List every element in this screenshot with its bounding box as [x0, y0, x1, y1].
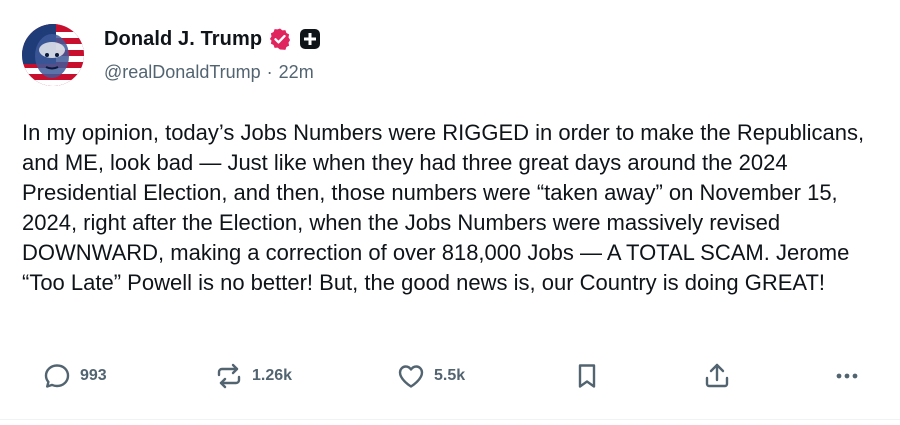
bookmark-button[interactable]	[572, 356, 602, 396]
share-icon	[705, 363, 729, 388]
post-header: Donald J. Trump @realDonaldTrump · 22m	[104, 26, 321, 83]
like-button[interactable]: 5.5k	[396, 356, 465, 396]
avatar[interactable]	[22, 24, 84, 86]
separator: ·	[266, 62, 273, 82]
verified-badge-icon	[270, 28, 291, 50]
action-bar: 993 1.26k 5.5k	[0, 356, 900, 396]
display-name[interactable]: Donald J. Trump	[104, 28, 262, 51]
post-text: In my opinion, today’s Jobs Numbers were…	[22, 120, 871, 295]
heart-icon	[398, 365, 424, 388]
handle-row: @realDonaldTrump · 22m	[104, 62, 321, 83]
repost-button[interactable]: 1.26k	[214, 356, 292, 396]
plus-badge-icon	[300, 29, 321, 49]
repost-icon	[217, 363, 241, 389]
name-row: Donald J. Trump	[104, 26, 321, 52]
bookmark-icon	[578, 364, 596, 388]
avatar-image	[22, 24, 84, 86]
reply-button[interactable]: 993	[42, 356, 107, 396]
reply-count: 993	[80, 367, 107, 384]
post-card: Donald J. Trump @realDonaldTrump · 22m I…	[0, 0, 900, 425]
handle[interactable]: @realDonaldTrump	[104, 62, 261, 83]
reply-icon	[44, 364, 70, 388]
more-button[interactable]	[832, 356, 862, 396]
timestamp[interactable]: 22m	[279, 62, 314, 83]
repost-count: 1.26k	[252, 367, 293, 384]
more-icon	[836, 373, 858, 379]
divider	[0, 419, 900, 420]
share-button[interactable]	[702, 356, 732, 396]
like-count: 5.5k	[434, 367, 466, 384]
